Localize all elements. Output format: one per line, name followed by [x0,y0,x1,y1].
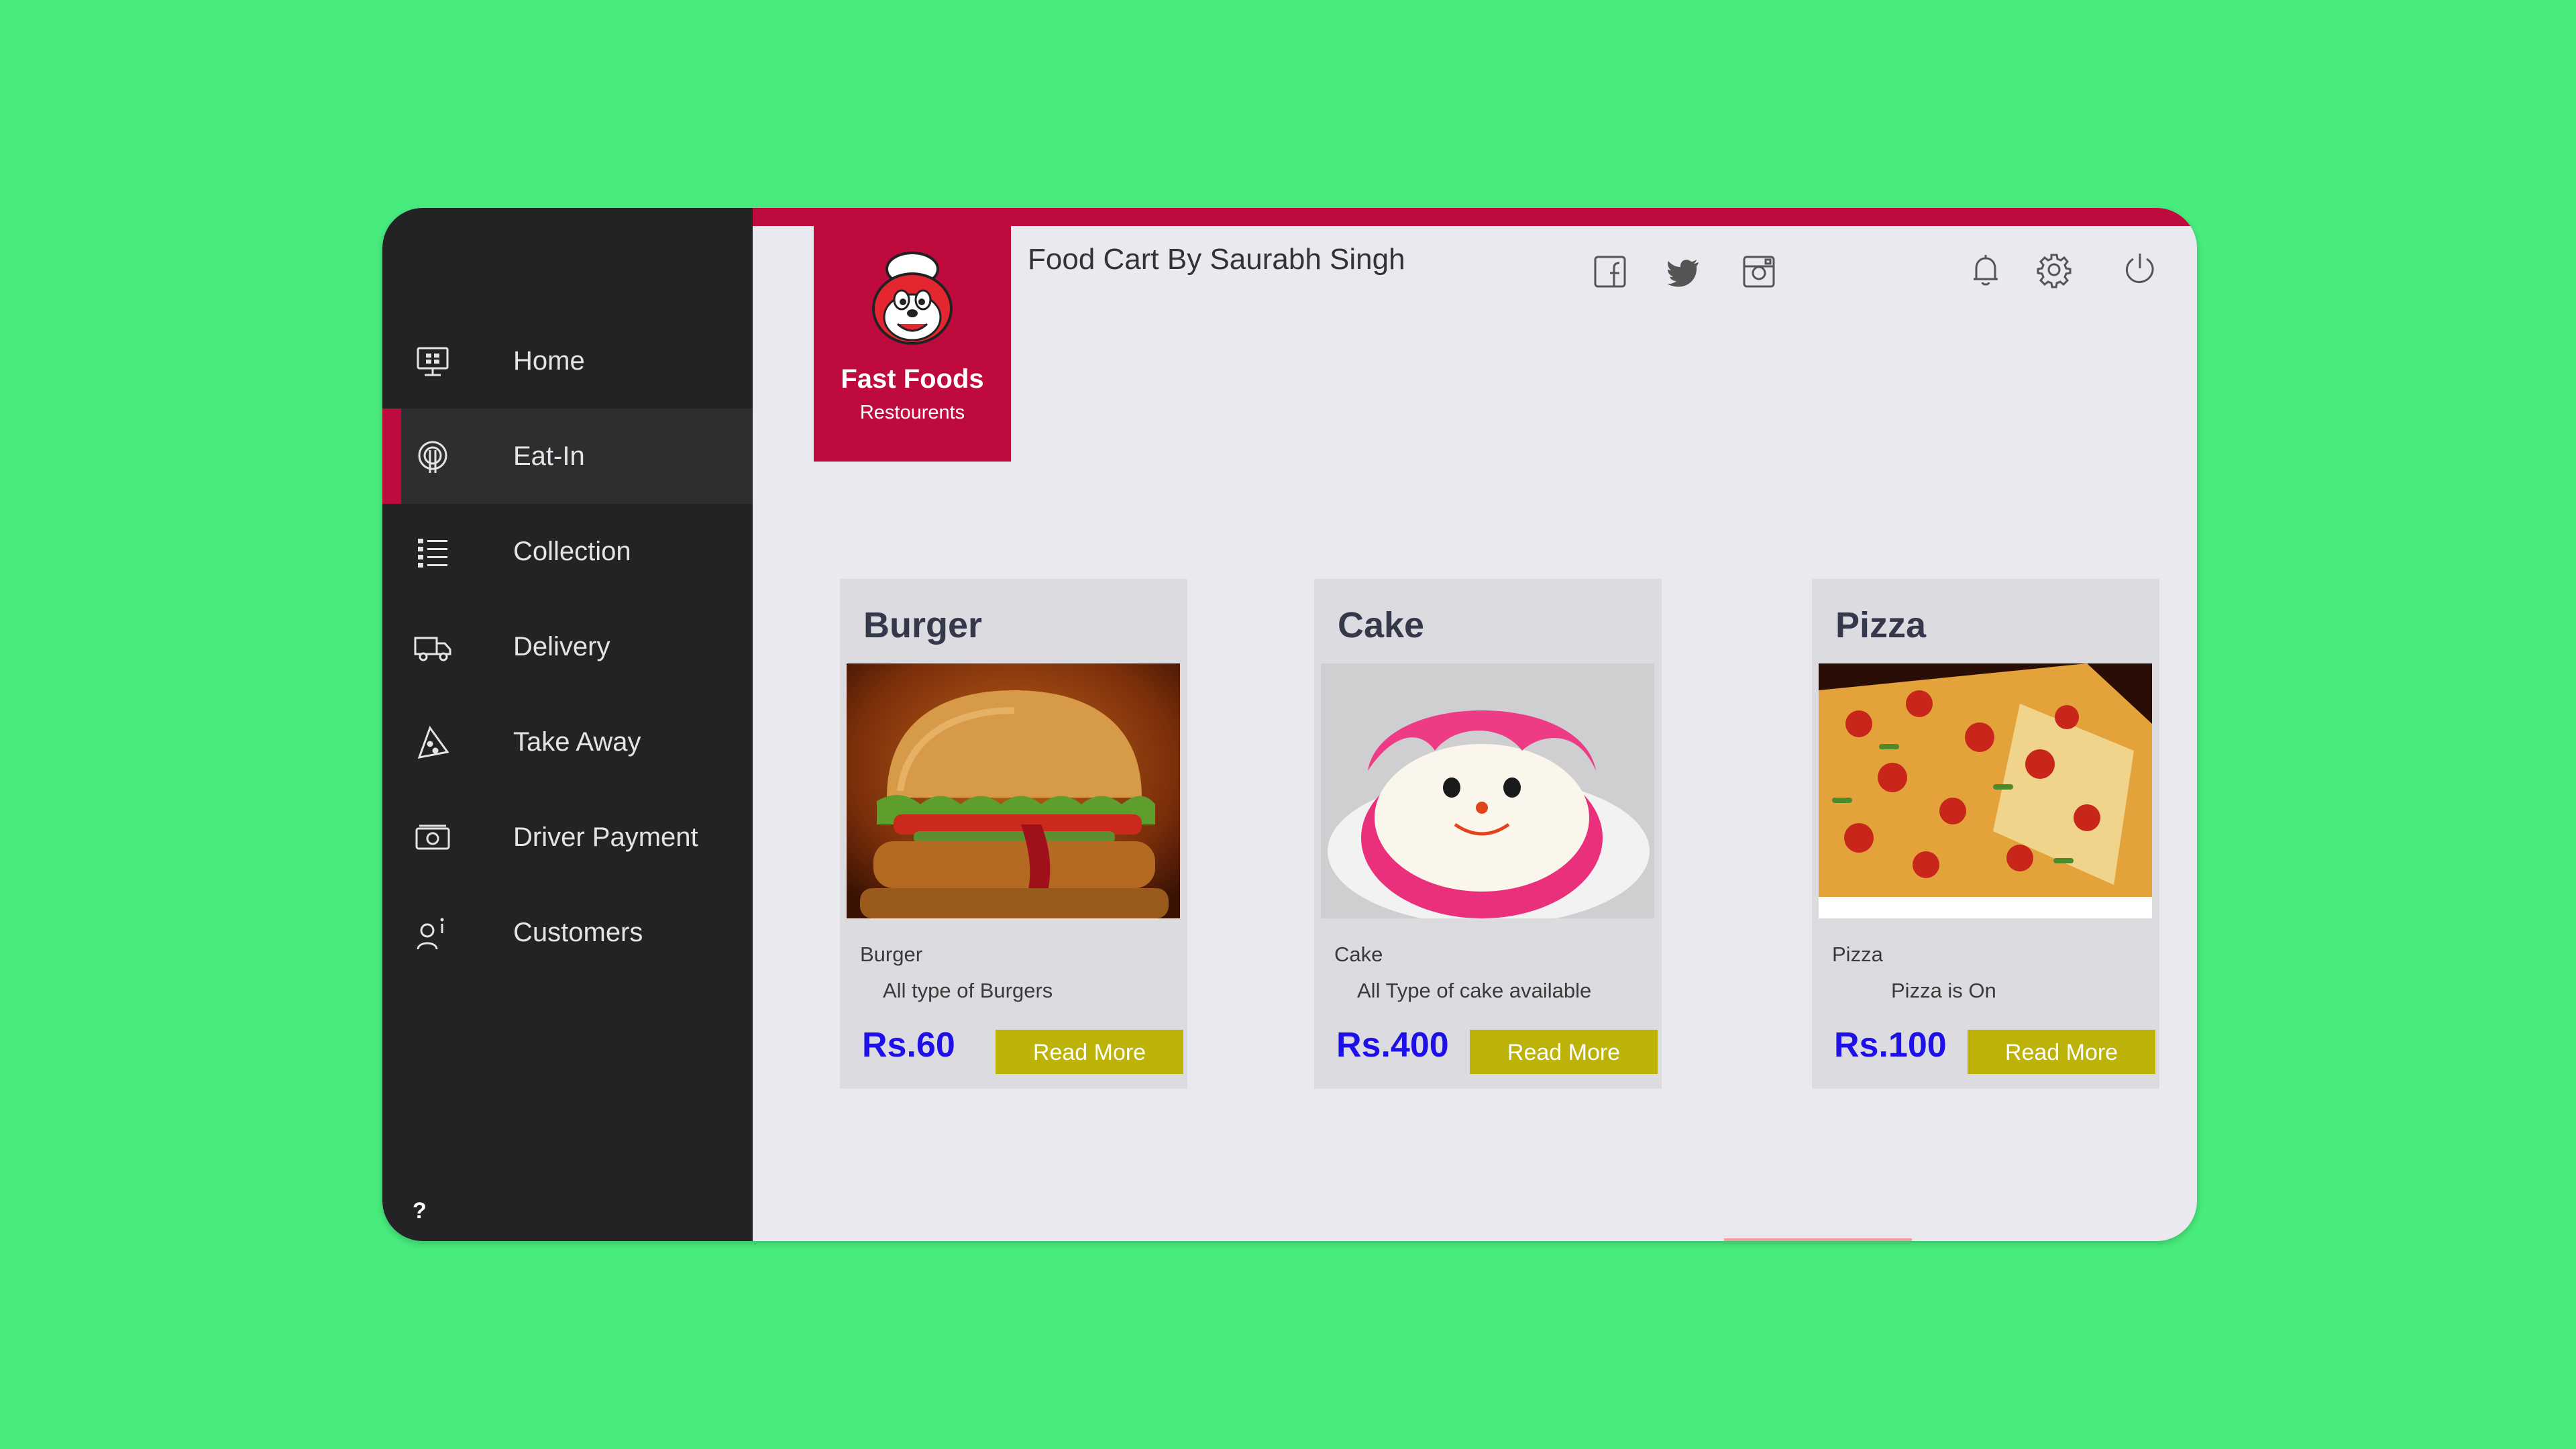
bottom-accent-line [1724,1238,1912,1241]
card-item-name: Cake [1334,943,1383,966]
card-description: All Type of cake available [1357,979,1592,1002]
sidebar-item-customers[interactable]: Customers [382,885,753,980]
sidebar-item-home[interactable]: Home [382,313,753,409]
facebook-icon[interactable] [1591,253,1629,290]
card-price: Rs.400 [1336,1026,1449,1065]
product-card-pizza: Pizza Pizza Pizza is On Rs.100 Read More [1812,579,2159,1089]
sidebar-item-label: Home [513,345,585,376]
sidebar-item-collection[interactable]: Collection [382,504,753,599]
read-more-button[interactable]: Read More [996,1030,1183,1074]
instagram-icon[interactable] [1740,253,1778,290]
sidebar-item-label: Driver Payment [513,822,698,852]
app-window: Home Eat-In Collection Delivery Take Awa… [382,208,2197,1241]
cake-image [1321,663,1654,918]
product-card-burger: Burger Burger All type of Burgers Rs.60 … [840,579,1187,1089]
truck-icon [413,627,453,667]
read-more-button[interactable]: Read More [1968,1030,2155,1074]
page-title: Food Cart By Saurabh Singh [1028,243,1405,276]
sidebar-item-take-away[interactable]: Take Away [382,694,753,790]
power-icon[interactable] [2121,250,2159,287]
customer-info-icon [413,913,453,953]
card-price: Rs.100 [1834,1026,1947,1065]
product-card-cake: Cake Cake All Type of cake available Rs.… [1314,579,1662,1089]
card-item-name: Pizza [1832,943,1883,966]
card-title: Burger [863,605,983,645]
sidebar-item-label: Take Away [513,727,641,757]
sidebar: Home Eat-In Collection Delivery Take Awa… [382,208,753,1241]
card-title: Pizza [1835,605,1927,645]
sidebar-item-label: Collection [513,536,631,566]
sidebar-item-driver-payment[interactable]: Driver Payment [382,790,753,885]
cash-icon [413,818,453,858]
gear-icon[interactable] [2035,251,2073,288]
read-more-button[interactable]: Read More [1470,1030,1658,1074]
top-accent-bar [753,208,2197,226]
sidebar-item-label: Customers [513,917,643,947]
card-item-name: Burger [860,943,923,966]
card-description: All type of Burgers [883,979,1053,1002]
pizza-slice-icon [413,722,453,763]
dining-icon [413,437,453,477]
brand-name: Fast Foods [841,364,984,394]
card-title: Cake [1338,605,1425,645]
help-button[interactable]: ? [413,1198,427,1224]
brand-subtitle: Restourents [859,402,965,423]
bell-icon[interactable] [1967,251,2004,288]
brand-logo: Fast Foods Restourents [814,226,1011,462]
monitor-icon [413,341,453,382]
twitter-icon[interactable] [1665,253,1703,290]
card-description: Pizza is On [1891,979,1996,1002]
sidebar-item-label: Eat-In [513,441,585,471]
pizza-image [1819,663,2152,918]
burger-image [847,663,1180,918]
sidebar-item-label: Delivery [513,631,610,661]
sidebar-item-eat-in[interactable]: Eat-In [382,409,753,504]
list-icon [413,532,453,572]
sidebar-item-delivery[interactable]: Delivery [382,599,753,694]
card-price: Rs.60 [862,1026,955,1065]
mascot-logo-icon [872,252,953,345]
